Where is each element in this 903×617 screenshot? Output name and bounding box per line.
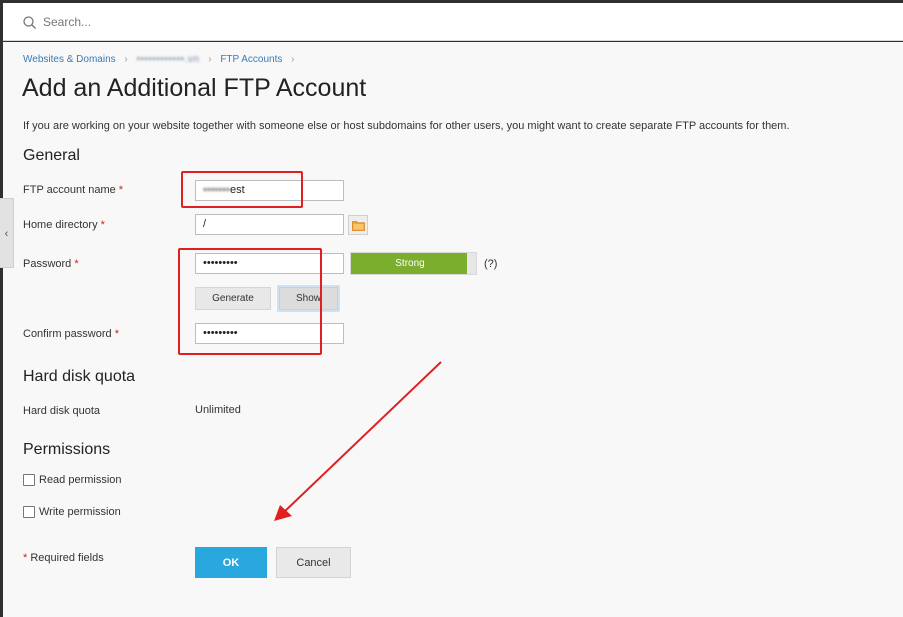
breadcrumb-chevron-icon: › (124, 54, 128, 65)
password-label: Password * (23, 258, 79, 270)
cancel-button[interactable]: Cancel (276, 547, 351, 578)
page-title: Add an Additional FTP Account (22, 74, 367, 102)
ftp-account-name-label-text: FTP account name (23, 184, 116, 196)
section-heading-hard-disk-quota: Hard disk quota (23, 368, 136, 385)
annotation-box-passwords (178, 248, 322, 355)
password-help-link[interactable]: (?) (484, 258, 497, 270)
breadcrumb-chevron-icon: › (208, 54, 212, 65)
section-heading-general: General (23, 147, 80, 164)
checkbox-box[interactable] (23, 474, 35, 486)
search-icon (23, 16, 36, 29)
search-input[interactable] (43, 12, 543, 32)
required-mark: * (114, 328, 119, 340)
browse-folder-button[interactable] (348, 215, 368, 235)
password-label-text: Password (23, 258, 72, 270)
section-heading-permissions: Permissions (23, 441, 111, 458)
required-mark: * (118, 184, 124, 196)
breadcrumb-item-domain[interactable]: ••••••••••••.vn (137, 54, 200, 65)
annotation-box-account-name (181, 171, 303, 208)
required-fields-text: Required fields (30, 552, 104, 564)
password-strength-meter: Strong (350, 252, 477, 275)
home-directory-value: / (203, 218, 207, 230)
read-permission-label: Read permission (39, 474, 122, 486)
page-intro: If you are working on your website toget… (23, 120, 790, 132)
breadcrumb-item-websites-domains[interactable]: Websites & Domains (23, 54, 116, 65)
hard-disk-quota-value: Unlimited (195, 404, 241, 416)
breadcrumb-chevron-icon: › (291, 54, 295, 65)
top-search-bar (3, 3, 903, 41)
confirm-password-label: Confirm password * (23, 328, 119, 340)
ok-button[interactable]: OK (195, 547, 267, 578)
hard-disk-quota-label: Hard disk quota (23, 405, 101, 417)
required-fields-note: * Required fields (23, 552, 104, 564)
required-mark: * (74, 258, 79, 270)
breadcrumb: Websites & Domains › ••••••••••••.vn › F… (23, 54, 301, 65)
password-strength-text: Strong (395, 258, 425, 269)
checkbox-box[interactable] (23, 506, 35, 518)
home-directory-input[interactable]: / (195, 214, 344, 235)
read-permission-checkbox[interactable]: Read permission (23, 474, 122, 486)
write-permission-checkbox[interactable]: Write permission (23, 506, 121, 518)
write-permission-label: Write permission (39, 506, 121, 518)
chevron-left-icon: ‹ (4, 228, 9, 240)
required-mark: * (23, 552, 28, 564)
ftp-account-name-label: FTP account name * (23, 184, 123, 196)
sidebar-collapse-toggle[interactable]: ‹ (0, 198, 14, 268)
home-directory-label: Home directory * (23, 219, 105, 231)
required-mark: * (100, 219, 105, 231)
folder-icon (351, 220, 365, 231)
breadcrumb-item-ftp-accounts[interactable]: FTP Accounts (220, 54, 282, 65)
home-directory-label-text: Home directory (23, 219, 98, 231)
confirm-password-label-text: Confirm password (23, 328, 112, 340)
